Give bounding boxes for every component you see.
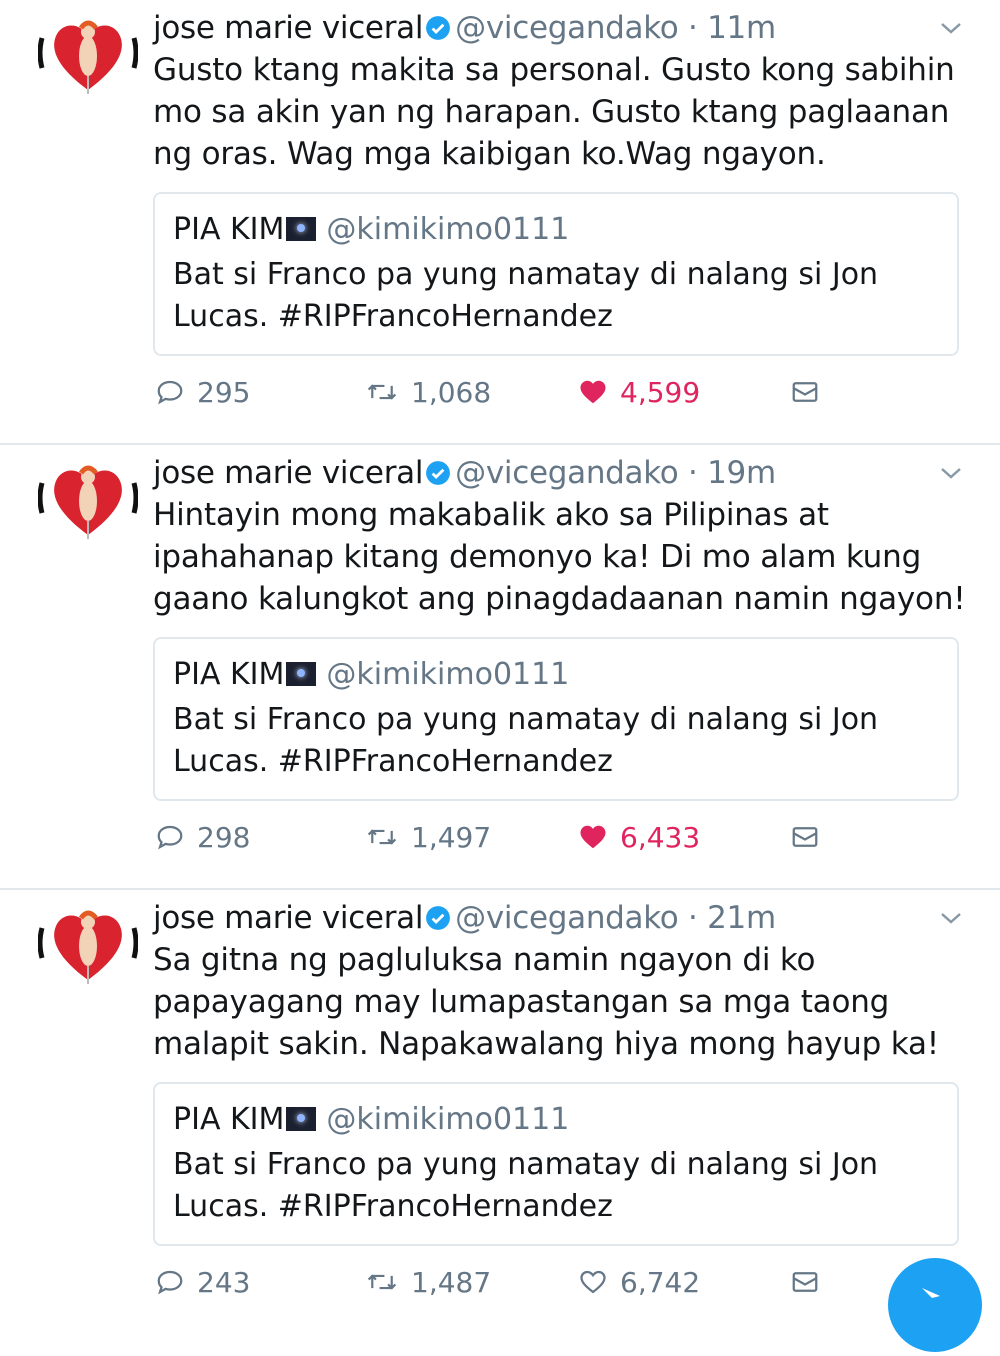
envelope-icon [792, 1272, 818, 1292]
heart-icon [580, 380, 606, 404]
tweet-text: Sa gitna ng pagluluksa namin ngayon di k… [153, 942, 939, 1062]
quoted-tweet-header: PIA KIM @kimikimo0111 [173, 1098, 569, 1142]
heart-icon [580, 825, 606, 849]
chevron-down-icon[interactable] [938, 463, 964, 483]
reply-icon [157, 1270, 183, 1295]
tweet-actions: 243 1,487 6,742 [0, 1260, 1000, 1304]
quoted-tweet-text: Bat si Franco pa yung namatay di nalang … [173, 1147, 879, 1224]
retweet-count: 1,068 [411, 375, 492, 409]
like-button[interactable]: 6,742 [578, 1260, 700, 1304]
retweet-count: 1,487 [411, 1265, 492, 1299]
avatar-heart-icon[interactable] [38, 898, 138, 988]
quoted-tweet-text: Bat si Franco pa yung namatay di nalang … [173, 257, 879, 334]
quoted-tweet-text: Bat si Franco pa yung namatay di nalang … [173, 702, 879, 779]
tweet[interactable]: jose marie viceral @vicegandako · 11m Gus… [0, 0, 1000, 445]
quoted-tweet[interactable]: PIA KIM @kimikimo0111 Bat si Franco pa yu… [153, 637, 959, 801]
reply-icon [157, 825, 183, 850]
reply-button[interactable]: 243 [155, 1260, 250, 1304]
author-name[interactable]: jose marie viceral [153, 455, 423, 491]
tweet-header: jose marie viceral @vicegandako · 21m [153, 896, 776, 940]
direct-message-button[interactable] [790, 370, 832, 414]
tweet-text: Hintayin mong makabalik ako sa Pilipinas… [153, 497, 966, 617]
reply-count: 295 [197, 375, 251, 409]
quoted-tweet[interactable]: PIA KIM @kimikimo0111 Bat si Franco pa yu… [153, 1082, 959, 1246]
tweet-header: jose marie viceral @vicegandako · 19m [153, 451, 776, 495]
tweet-time[interactable]: · 19m [688, 455, 776, 491]
reply-count: 243 [197, 1265, 251, 1299]
like-count: 6,742 [620, 1265, 701, 1299]
tweet-header: jose marie viceral @vicegandako · 11m [153, 6, 776, 50]
author-name[interactable]: jose marie viceral [153, 900, 423, 936]
tweet-time[interactable]: · 11m [688, 10, 776, 46]
tweet[interactable]: jose marie viceral @vicegandako · 19m Hin… [0, 445, 1000, 890]
envelope-icon [792, 827, 818, 847]
quoted-author-handle: @kimikimo0111 [326, 657, 570, 692]
quoted-author-handle: @kimikimo0111 [326, 1102, 570, 1137]
author-handle[interactable]: @vicegandako [455, 455, 679, 491]
verified-badge-icon [426, 16, 451, 40]
like-button[interactable]: 4,599 [578, 370, 700, 414]
retweet-button[interactable]: 1,068 [365, 370, 491, 414]
tweet-time[interactable]: · 21m [688, 900, 776, 936]
chevron-down-icon[interactable] [938, 908, 964, 928]
like-count: 6,433 [620, 820, 701, 854]
verified-badge-icon [426, 906, 451, 930]
retweet-icon [367, 384, 397, 400]
retweet-icon [367, 1274, 397, 1290]
tweet[interactable]: jose marie viceral @vicegandako · 21m Sa … [0, 890, 1000, 1335]
retweet-count: 1,497 [411, 820, 492, 854]
author-handle[interactable]: @vicegandako [455, 900, 679, 936]
like-button[interactable]: 6,433 [578, 815, 700, 859]
direct-message-button[interactable] [790, 1260, 832, 1304]
reply-icon [157, 380, 183, 405]
reply-button[interactable]: 295 [155, 370, 250, 414]
envelope-icon [792, 382, 818, 402]
night-sky-emoji-icon [286, 1107, 317, 1131]
quoted-author-name: PIA KIM [173, 1102, 285, 1137]
compose-tweet-button[interactable] [888, 1258, 982, 1352]
reply-button[interactable]: 298 [155, 815, 250, 859]
quoted-tweet[interactable]: PIA KIM @kimikimo0111 Bat si Franco pa yu… [153, 192, 959, 356]
author-name[interactable]: jose marie viceral [153, 10, 423, 46]
night-sky-emoji-icon [286, 217, 317, 241]
compose-feather-icon [922, 1288, 940, 1298]
night-sky-emoji-icon [286, 662, 317, 686]
tweet-actions: 295 1,068 4,599 [0, 370, 1000, 414]
heart-outline-icon [580, 1270, 606, 1294]
quoted-author-handle: @kimikimo0111 [326, 212, 570, 247]
quoted-author-name: PIA KIM [173, 212, 285, 247]
tweet-actions: 298 1,497 6,433 [0, 815, 1000, 859]
like-count: 4,599 [620, 375, 701, 409]
reply-count: 298 [197, 820, 251, 854]
avatar-heart-icon[interactable] [38, 453, 138, 543]
retweet-button[interactable]: 1,487 [365, 1260, 491, 1304]
retweet-button[interactable]: 1,497 [365, 815, 491, 859]
direct-message-button[interactable] [790, 815, 832, 859]
chevron-down-icon[interactable] [938, 18, 964, 38]
avatar-heart-icon[interactable] [38, 8, 138, 98]
quoted-author-name: PIA KIM [173, 657, 285, 692]
retweet-icon [367, 829, 397, 845]
quoted-tweet-header: PIA KIM @kimikimo0111 [173, 653, 569, 697]
tweet-text: Gusto ktang makita sa personal. Gusto ko… [153, 52, 955, 172]
verified-badge-icon [426, 461, 451, 485]
author-handle[interactable]: @vicegandako [455, 10, 679, 46]
quoted-tweet-header: PIA KIM @kimikimo0111 [173, 208, 569, 252]
